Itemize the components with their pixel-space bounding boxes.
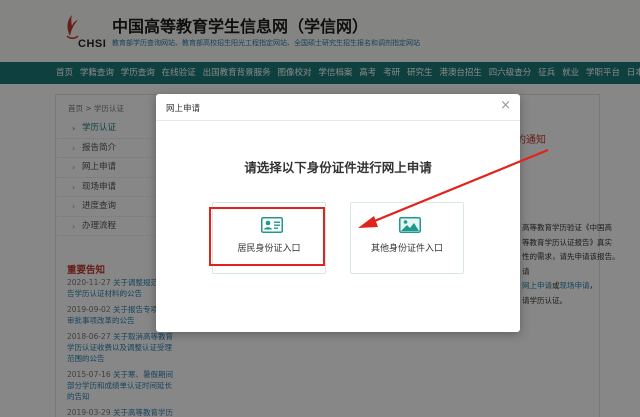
- option-label: 居民身份证入口: [237, 244, 301, 254]
- dialog-heading: 请选择以下身份证件进行网上申请: [244, 160, 432, 175]
- close-icon[interactable]: ×: [500, 99, 511, 113]
- resident-id-entry-button[interactable]: 居民身份证入口: [212, 202, 326, 274]
- id-card-icon: [261, 217, 283, 233]
- dialog-header: 网上申请 ×: [156, 94, 520, 121]
- image-icon: [399, 217, 421, 233]
- option-label: 其他身份证件入口: [370, 244, 443, 254]
- online-apply-dialog: 网上申请 × 请选择以下身份证件进行网上申请 居民身份证入口 其他身份证件入口: [156, 94, 520, 332]
- dialog-title: 网上申请: [166, 104, 201, 114]
- other-id-entry-button[interactable]: 其他身份证件入口: [350, 202, 464, 274]
